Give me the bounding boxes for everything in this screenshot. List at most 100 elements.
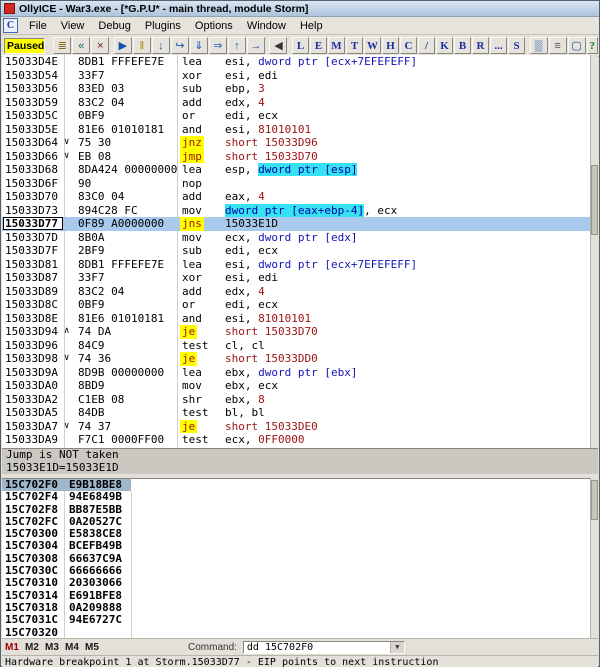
close-button[interactable]: × [91,37,110,54]
window-button-log[interactable]: L [292,37,309,54]
restart-button[interactable]: « [72,37,91,54]
disasm-row[interactable]: 15033D4E 8DB1 FFFEFE7E lea esi, dword ptr [… [2,55,590,69]
disasm-row[interactable]: 15033D68 8DA424 00000000 lea esp, dword ptr… [2,163,590,177]
go-to-previous-button[interactable]: ◀ [269,37,288,54]
jump-direction-icon: ∨ [64,420,70,431]
disasm-row[interactable]: 15033D73 894C28 FC mov dword ptr [eax+ebp-4… [2,203,590,218]
window-button-run-trace[interactable]: ... [490,37,507,54]
scrollbar-thumb[interactable] [591,165,598,235]
disasm-row[interactable]: 15033D7F 2BF9 sub edi, ecx [2,244,590,258]
disasm-row[interactable]: 15033D96 84C9 test cl, cl [2,339,590,353]
macro-tab-m1[interactable]: M1 [2,642,22,653]
info-line[interactable]: Jump is NOT taken [2,448,598,462]
dump-row[interactable]: 15C7031C 94E6727C [2,613,590,626]
operands: ecx, dword ptr [edx] [225,230,358,244]
window-title: OllyICE - War3.exe - [*G.P.U* - main thr… [19,2,309,15]
dump-row[interactable]: 15C70320 [2,626,590,639]
disasm-row[interactable]: 15033D9A 8D9B 00000000 lea ebx, dword ptr [… [2,366,590,380]
window-button-call-stack[interactable]: K [436,37,453,54]
dump-row[interactable]: 15C702F4 94E6849B [2,490,590,503]
macro-tab-m2[interactable]: M2 [22,642,42,653]
window-button-cpu[interactable]: C [400,37,417,54]
disasm-row[interactable]: 15033DA7 ∨ 74 37 je short 15033DE0 [2,419,590,433]
options-button[interactable]: ≡ [548,37,567,54]
menu-item-help[interactable]: Help [293,19,330,33]
appearance-button[interactable]: ▢ [567,37,586,54]
step-over-button[interactable]: ↪ [170,37,189,54]
disasm-row[interactable]: 15033D64 ∨ 75 30 jnz short 15033D96 [2,136,590,150]
disasm-row[interactable]: 15033D81 8DB1 FFFEFE7E lea esi, dword ptr [… [2,258,590,272]
window-button-breakpoints[interactable]: B [454,37,471,54]
menu-item-debug[interactable]: Debug [91,19,137,33]
disasm-pane[interactable]: 15033D4E 8DB1 FFFEFE7E lea esi, dword ptr [… [2,55,590,448]
menu-item-view[interactable]: View [54,19,92,33]
command-input[interactable]: dd 15C702F0 ▼ [242,640,405,654]
window-button-patches[interactable]: / [418,37,435,54]
disasm-row[interactable]: 15033D8E 81E6 01010181 and esi, 81010101 [2,312,590,326]
go-to-button[interactable]: → [246,37,265,54]
dump-pane[interactable]: 15C702F0 E9B18BE8 15C702F4 94E6849B 15C702F8… [2,478,590,639]
menu-item-window[interactable]: Window [240,19,293,33]
dump-row[interactable]: 15C70310 20303066 [2,577,590,590]
window-button-memory-map[interactable]: M [328,37,345,54]
operands: eax, 4 [225,190,265,203]
pause-button[interactable]: ‖ [132,37,151,54]
macro-tab-m4[interactable]: M4 [62,642,82,653]
animate-over-button[interactable]: ⇒ [208,37,227,54]
disasm-row[interactable]: 15033DA9 F7C1 0000FF00 test ecx, 0FF0000 [2,433,590,447]
disasm-row[interactable]: 15033D89 83C2 04 add edx, 4 [2,285,590,299]
disasm-row[interactable]: 15033D56 83ED 03 sub ebp, 3 [2,82,590,96]
patch-window-button[interactable]: ▒ [529,37,548,54]
mnemonic: or [182,298,196,311]
disasm-row[interactable]: 15033D8C 0BF9 or edi, ecx [2,298,590,312]
step-into-button[interactable]: ↓ [151,37,170,54]
app-icon[interactable] [4,3,15,14]
operands: edx, 4 [225,284,265,298]
disasm-scrollbar[interactable] [590,55,598,448]
toolbar-run-group: ▶ ‖ ↓ ↪ ⇓ ⇒ ↑ → [113,37,266,54]
execute-till-return-button[interactable]: ↑ [227,37,246,54]
chevron-down-icon[interactable]: ▼ [389,641,404,653]
hexdump-cell: 83C0 04 [78,190,125,203]
menu-items-container: File View Debug Plugins Options Window Help [22,19,330,33]
open-file-button[interactable]: ≣ [53,37,72,54]
toolbar-nav-group: ◀ [269,37,288,54]
command-label: Command: [188,641,237,653]
disasm-row[interactable]: 15033D5E 81E6 01010181 and esi, 81010101 [2,123,590,137]
disasm-row[interactable]: 15033D94 ∧ 74 DA je short 15033D70 [2,325,590,339]
disasm-row[interactable]: 15033DA5 84DB test bl, bl [2,406,590,420]
window-button-windows[interactable]: W [364,37,381,54]
cpu-window-icon[interactable]: C [3,18,18,33]
disasm-row[interactable]: 15033D77 0F89 A0000000 jns 15033E1D [2,217,590,231]
animate-into-button[interactable]: ⇓ [189,37,208,54]
disasm-row[interactable]: 15033D7D 8B0A mov ecx, dword ptr [edx] [2,231,590,245]
macro-tab-m3[interactable]: M3 [42,642,62,653]
scrollbar-thumb[interactable] [591,480,598,520]
window-button-executables[interactable]: E [310,37,327,54]
disasm-row[interactable]: 15033D66 ∨ EB 08 jmp short 15033D70 [2,149,590,163]
disasm-row[interactable]: 15033D6F 90 nop [2,177,590,191]
info-line[interactable]: 15033E1D=15033E1D [2,461,598,475]
window-button-references[interactable]: R [472,37,489,54]
disasm-row[interactable]: 15033D98 ∨ 74 36 je short 15033DD0 [2,352,590,366]
window-button-source[interactable]: S [508,37,525,54]
disasm-row[interactable]: 15033DA0 8BD9 mov ebx, ecx [2,379,590,393]
disasm-row[interactable]: 15033D54 33F7 xor esi, edi [2,69,590,83]
macro-tab-m5[interactable]: M5 [82,642,102,653]
dump-address-cell: 15C70304 [5,539,58,553]
disasm-row[interactable]: 15033D70 83C0 04 add eax, 4 [2,190,590,204]
menu-item-file[interactable]: File [22,19,54,33]
disasm-row[interactable]: 15033DA2 C1EB 08 shr ebx, 8 [2,393,590,407]
dump-scrollbar[interactable] [590,478,598,638]
run-button[interactable]: ▶ [113,37,132,54]
menu-item-options[interactable]: Options [188,19,240,33]
window-button-threads[interactable]: T [346,37,363,54]
disasm-row[interactable]: 15033D59 83C2 04 add edx, 4 [2,96,590,110]
menu-item-plugins[interactable]: Plugins [138,19,188,33]
help-button[interactable]: ? [586,37,598,54]
window-button-handles[interactable]: H [382,37,399,54]
disasm-row[interactable]: 15033D5C 0BF9 or edi, ecx [2,109,590,123]
disasm-row[interactable]: 15033D87 33F7 xor esi, edi [2,271,590,285]
hexdump-cell: 8B0A [78,230,105,244]
dump-row[interactable]: 15C70304 BCEFB49B [2,539,590,553]
